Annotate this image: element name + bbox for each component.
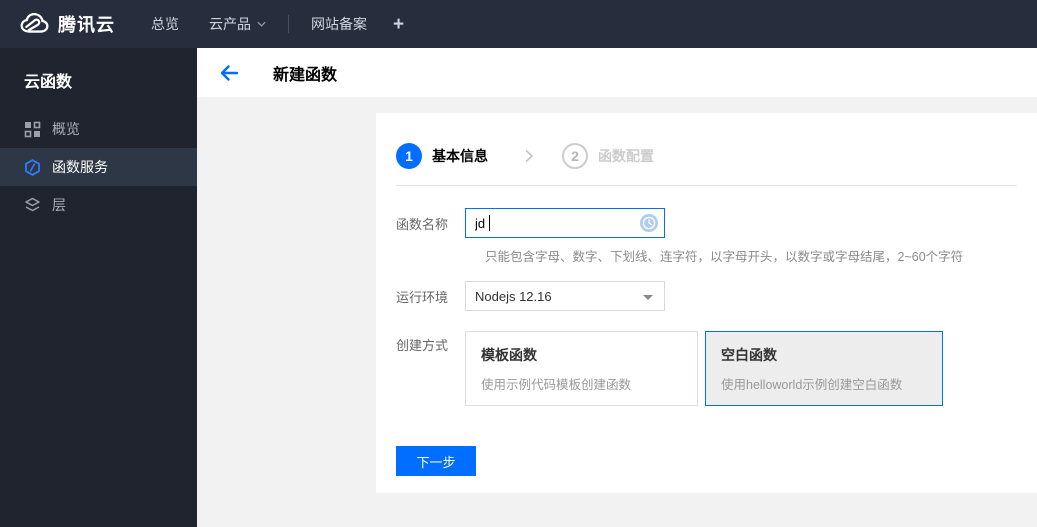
sidebar-item-label: 概览: [52, 121, 80, 137]
select-caret-icon: [643, 295, 653, 300]
input-history-clock-icon[interactable]: [640, 214, 658, 232]
runtime-row: 运行环境 Nodejs 12.16: [396, 281, 665, 311]
runtime-selected-value: Nodejs 12.16: [475, 288, 552, 304]
next-step-button[interactable]: 下一步: [396, 446, 476, 476]
sidebar-item-label: 函数服务: [52, 159, 108, 175]
step-indicator: 1 基本信息 2 函数配置: [396, 143, 654, 169]
add-tab-icon[interactable]: +: [393, 15, 404, 34]
method-card-template-function[interactable]: 模板函数 使用示例代码模板创建函数: [465, 331, 698, 406]
content-area: 1 基本信息 2 函数配置 函数名称 只能包含字母、数字、下划线、连字符，以字母…: [197, 97, 1037, 527]
nav-item-overview[interactable]: 总览: [151, 14, 179, 34]
cloud-logo-icon: [20, 12, 49, 33]
step-2-circle: 2: [562, 143, 588, 169]
function-name-input-wrap: [465, 208, 665, 238]
sidebar-item-overview[interactable]: 概览: [0, 110, 197, 148]
sidebar-item-label: 层: [52, 197, 66, 213]
function-name-row: 函数名称: [396, 208, 665, 238]
creation-method-row: 创建方式 模板函数 使用示例代码模板创建函数 空白函数 使用helloworld…: [396, 331, 943, 406]
function-name-label: 函数名称: [396, 216, 449, 232]
nav-divider: [288, 15, 289, 33]
create-function-card: 1 基本信息 2 函数配置 函数名称 只能包含字母、数字、下划线、连字符，以字母…: [376, 113, 1037, 493]
brand-name: 腾讯云: [58, 15, 115, 35]
method-card-desc: 使用示例代码模板创建函数: [481, 378, 632, 392]
nav-item-beian[interactable]: 网站备案: [311, 14, 367, 34]
function-name-hint: 只能包含字母、数字、下划线、连字符，以字母开头，以数字或字母结尾，2~60个字符: [485, 250, 964, 264]
chevron-down-icon: [257, 21, 266, 27]
function-name-input[interactable]: [465, 208, 665, 238]
page-title: 新建函数: [273, 66, 338, 84]
back-arrow-icon[interactable]: [219, 63, 239, 83]
method-cards: 模板函数 使用示例代码模板创建函数 空白函数 使用helloworld示例创建空…: [465, 331, 943, 406]
method-card-desc: 使用helloworld示例创建空白函数: [721, 378, 903, 392]
runtime-select[interactable]: Nodejs 12.16: [465, 281, 665, 311]
sidebar-menu: 概览 函数服务 层: [0, 110, 197, 224]
step-2-label: 函数配置: [598, 148, 654, 164]
chevron-right-icon: [525, 149, 534, 163]
runtime-label: 运行环境: [396, 289, 449, 305]
tencent-cloud-brand[interactable]: 腾讯云: [16, 11, 115, 37]
text-cursor: [489, 215, 490, 231]
top-navbar: 腾讯云 总览 云产品 网站备案 +: [0, 0, 1037, 48]
sidebar-item-function-service[interactable]: 函数服务: [0, 148, 197, 186]
method-card-blank-function[interactable]: 空白函数 使用helloworld示例创建空白函数: [705, 331, 943, 406]
sidebar: 云函数 概览 函数服务 层: [0, 48, 197, 527]
nav-item-cloud-products[interactable]: 云产品: [209, 14, 266, 34]
step-1-label: 基本信息: [432, 148, 488, 164]
grid-icon: [24, 121, 41, 137]
page-header: 新建函数: [197, 48, 1037, 97]
creation-method-label: 创建方式: [396, 338, 449, 353]
function-service-icon: [25, 158, 40, 176]
step-1-circle: 1: [396, 143, 422, 169]
nav-products-label: 云产品: [209, 16, 251, 32]
method-card-title: 模板函数: [481, 347, 537, 363]
sidebar-title: 云函数: [24, 74, 73, 91]
method-card-title: 空白函数: [721, 347, 777, 363]
sidebar-item-layers[interactable]: 层: [0, 186, 197, 224]
layers-icon: [25, 197, 40, 211]
divider: [396, 185, 1017, 186]
